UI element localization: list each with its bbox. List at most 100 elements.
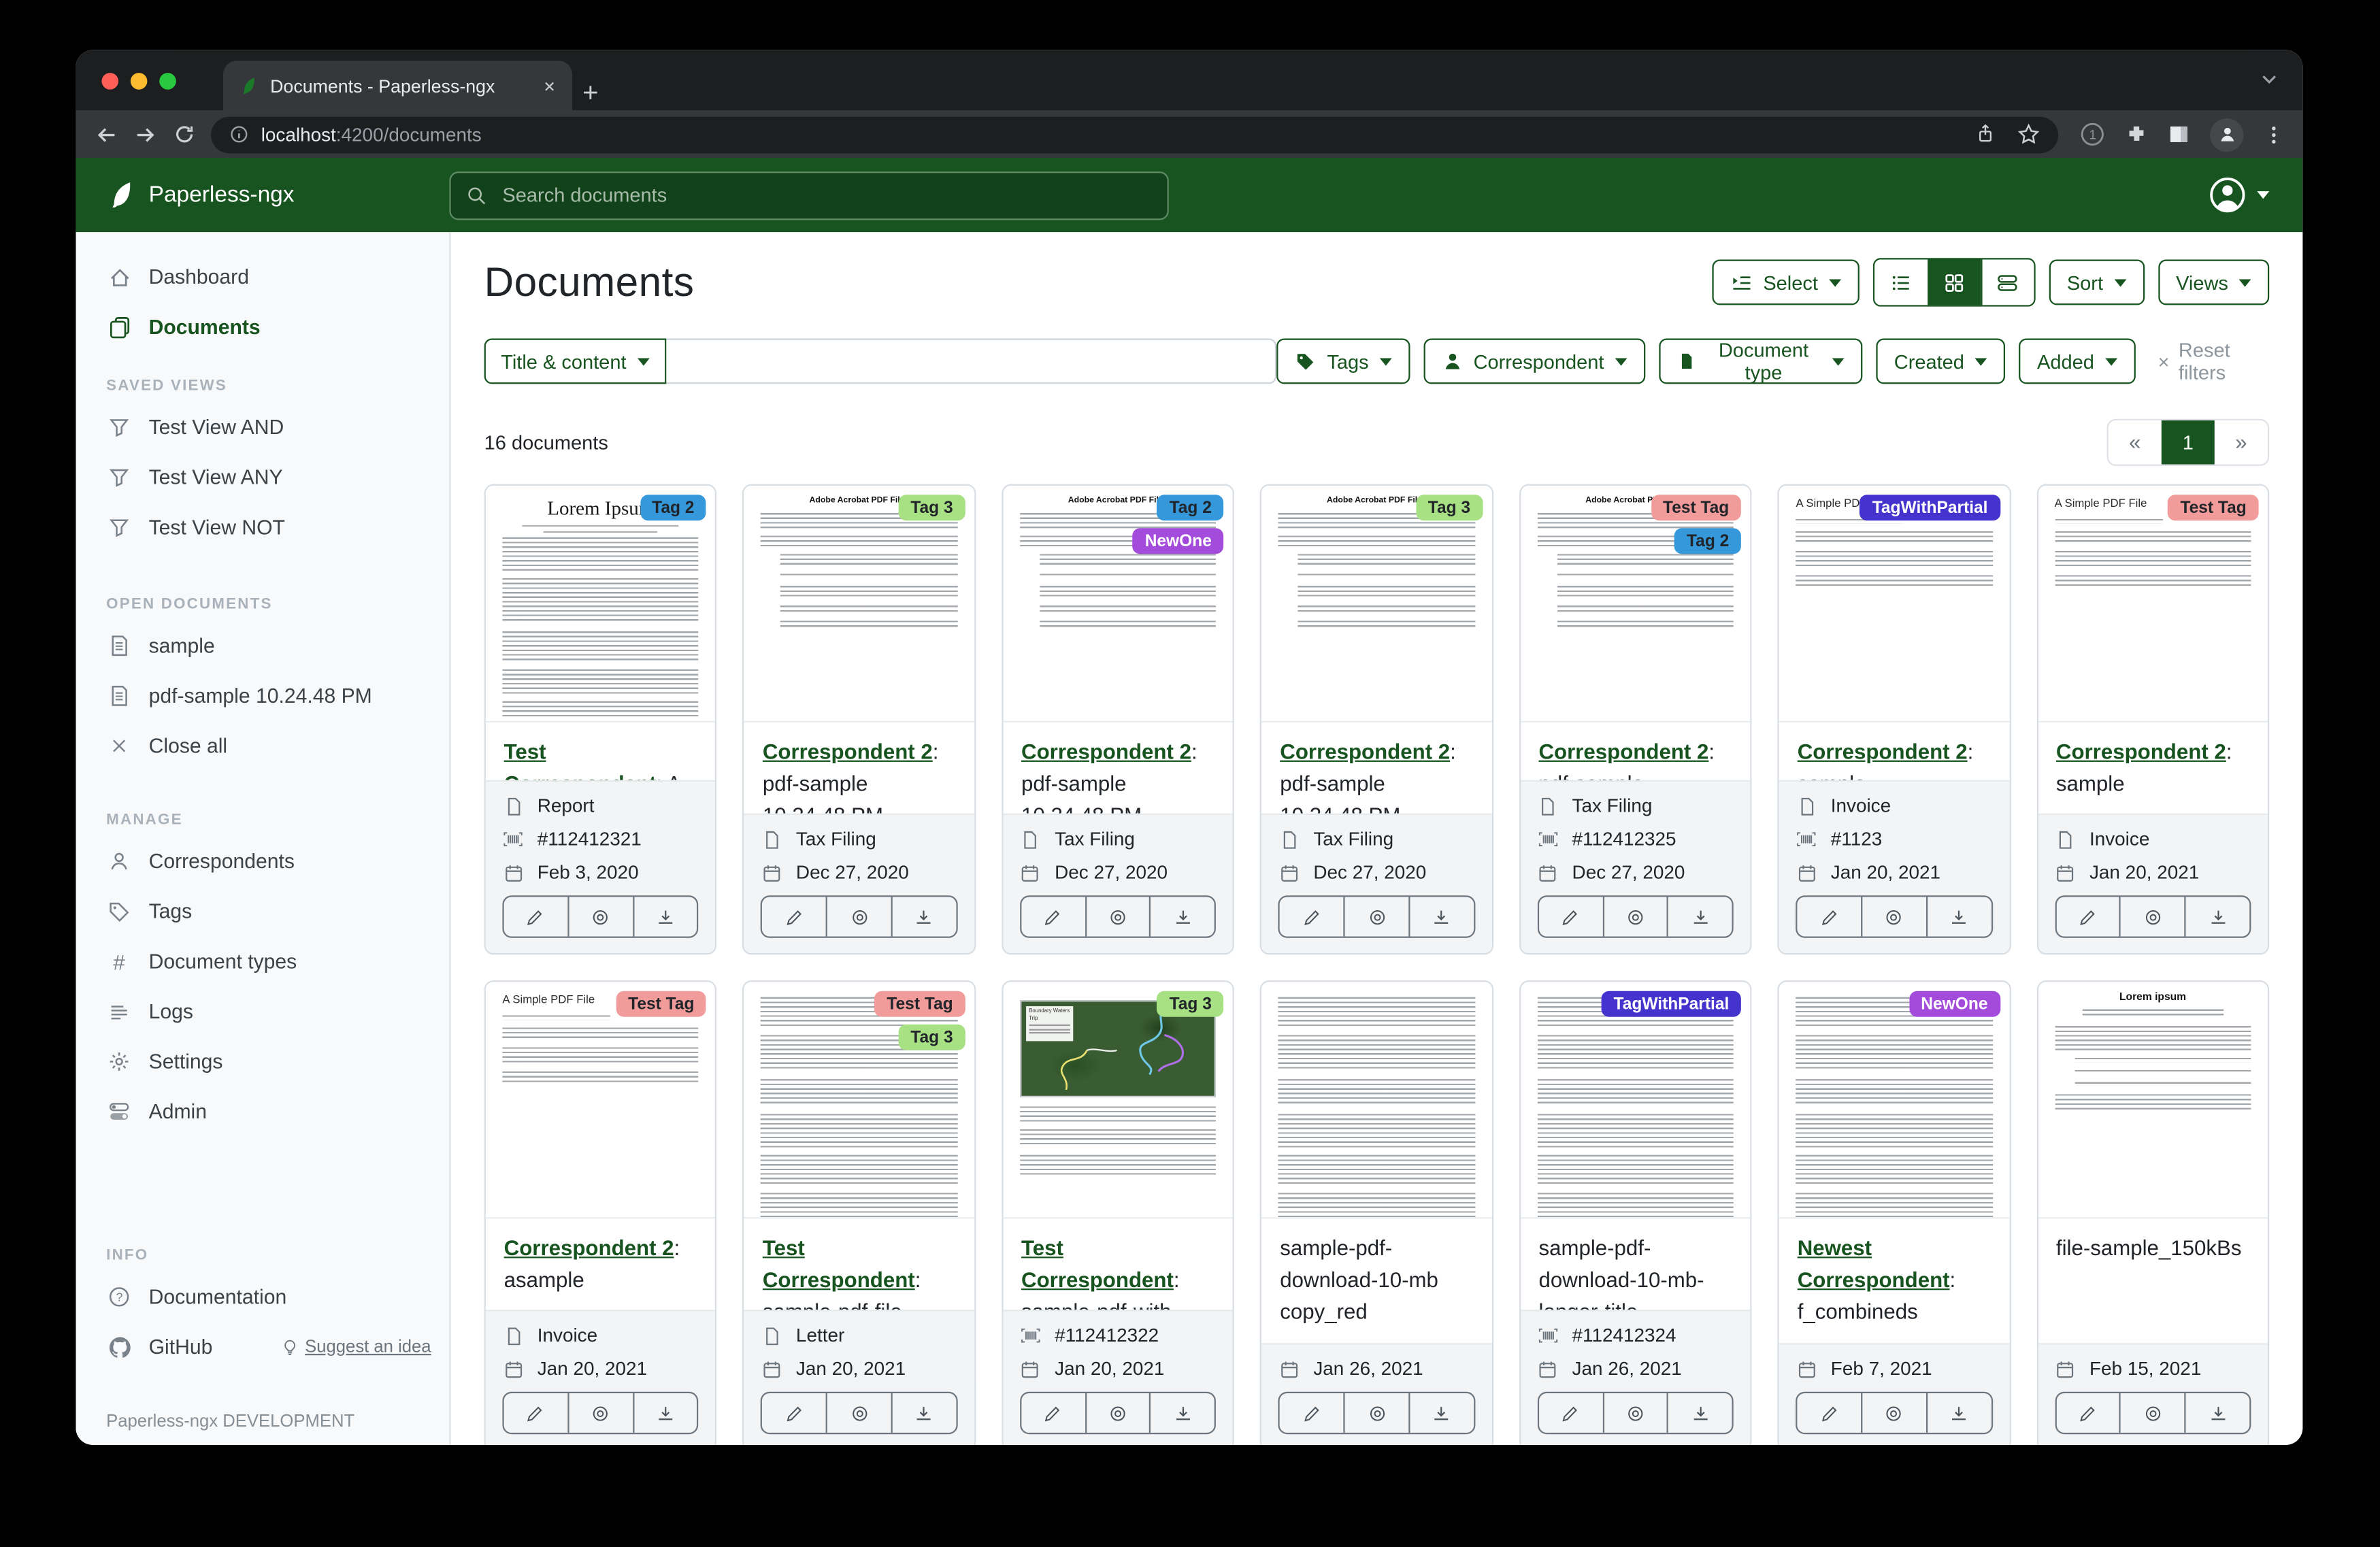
browser-menu-dots-icon[interactable] [2263, 124, 2284, 145]
filter-query-input[interactable] [666, 338, 1277, 384]
search-input[interactable] [499, 182, 1152, 208]
sidebar-panel-icon[interactable] [2168, 123, 2190, 146]
edit-button[interactable] [2056, 1393, 2119, 1433]
minimize-window-button[interactable] [131, 73, 148, 90]
grid-view-button[interactable] [1928, 259, 1981, 305]
sidebar-item-documents[interactable]: Documents [76, 302, 450, 352]
tag-badge[interactable]: Tag 3 [1416, 495, 1483, 520]
views-dropdown-button[interactable]: Views [2158, 259, 2269, 305]
select-dropdown-button[interactable]: Select [1711, 259, 1859, 305]
view-button[interactable] [2119, 897, 2185, 936]
document-thumbnail[interactable]: Tag 2 NewOne Adobe Acrobat PDF Files [1003, 486, 1233, 722]
view-button[interactable] [567, 897, 633, 936]
document-type-filter-button[interactable]: Document type [1659, 338, 1862, 384]
download-button[interactable] [632, 897, 697, 936]
view-button[interactable] [1861, 1393, 1926, 1433]
sidebar-item-test-view-and[interactable]: Test View AND [76, 402, 450, 452]
current-page-button[interactable]: 1 [2162, 420, 2215, 464]
suggest-an-idea-link[interactable]: Suggest an idea [280, 1338, 431, 1357]
sidebar-item-documentation[interactable]: ? Documentation [76, 1271, 450, 1322]
sidebar-item-github[interactable]: GitHub Suggest an idea [76, 1322, 450, 1372]
view-button[interactable] [826, 1393, 891, 1433]
document-thumbnail[interactable]: Tag 3 Adobe Acrobat PDF Files [744, 486, 974, 722]
correspondent-link[interactable]: Correspondent 2 [1280, 739, 1450, 763]
tab-search-chevron-icon[interactable] [2259, 68, 2280, 89]
correspondent-link[interactable]: Correspondent 2 [2056, 739, 2226, 763]
created-filter-button[interactable]: Created [1876, 338, 2005, 384]
correspondent-link[interactable]: Test Correspondent [763, 1235, 915, 1292]
tag-badge[interactable]: Test Tag [1651, 495, 1741, 520]
edit-button[interactable] [1798, 1393, 1861, 1433]
correspondent-link[interactable]: Newest Correspondent [1798, 1235, 1950, 1292]
download-button[interactable] [891, 1393, 957, 1433]
sidebar-item-open-doc-pdf-sample[interactable]: pdf-sample 10.24.48 PM [76, 671, 450, 721]
download-button[interactable] [1926, 897, 1991, 936]
next-page-button[interactable]: » [2215, 420, 2268, 464]
back-icon[interactable] [94, 122, 118, 147]
correspondent-link[interactable]: Correspondent 2 [1538, 739, 1708, 763]
browser-tab[interactable]: Documents - Paperless-ngx [223, 61, 572, 111]
document-thumbnail[interactable]: Test Tag Tag 2 Adobe Acrobat PDF Files [1521, 486, 1751, 722]
download-button[interactable] [1150, 897, 1215, 936]
download-button[interactable] [891, 897, 957, 936]
tag-badge[interactable]: Test Tag [875, 991, 965, 1017]
sidebar-item-document-types[interactable]: # Document types [76, 936, 450, 986]
view-button[interactable] [1602, 897, 1668, 936]
edit-button[interactable] [2056, 897, 2119, 936]
correspondent-link[interactable]: Correspondent 2 [763, 739, 933, 763]
correspondent-link[interactable]: Correspondent 2 [1798, 739, 1968, 763]
download-button[interactable] [632, 1393, 697, 1433]
edit-button[interactable] [1280, 897, 1343, 936]
extension-badge-icon[interactable]: 1 [2079, 121, 2105, 147]
download-button[interactable] [2185, 1393, 2250, 1433]
edit-button[interactable] [1021, 1393, 1085, 1433]
sidebar-item-correspondents[interactable]: Correspondents [76, 836, 450, 886]
correspondent-link[interactable]: Test Correspondent [1021, 1235, 1174, 1292]
view-button[interactable] [1085, 897, 1150, 936]
sidebar-item-test-view-not[interactable]: Test View NOT [76, 502, 450, 552]
close-window-button[interactable] [101, 73, 118, 90]
view-button[interactable] [826, 897, 891, 936]
tag-badge[interactable]: Test Tag [2168, 495, 2259, 520]
sidebar-item-open-doc-sample[interactable]: sample [76, 620, 450, 671]
download-button[interactable] [1667, 897, 1732, 936]
user-menu[interactable] [2209, 176, 2302, 214]
document-thumbnail[interactable]: Tag 3 Boundary Waters Trip [1003, 982, 1233, 1218]
view-button[interactable] [567, 1393, 633, 1433]
download-button[interactable] [1926, 1393, 1991, 1433]
document-thumbnail[interactable]: Tag 3 Adobe Acrobat PDF Files [1262, 486, 1492, 722]
document-thumbnail[interactable] [1262, 982, 1492, 1218]
tag-badge[interactable]: Tag 2 [1157, 495, 1224, 520]
previous-page-button[interactable]: « [2109, 420, 2162, 464]
detail-view-button[interactable] [1981, 259, 2034, 305]
document-thumbnail[interactable]: Lorem ipsum [2038, 982, 2268, 1218]
sidebar-item-logs[interactable]: Logs [76, 986, 450, 1037]
sidebar-item-close-all[interactable]: Close all [76, 721, 450, 771]
forward-icon[interactable] [133, 122, 158, 147]
download-button[interactable] [1408, 897, 1474, 936]
document-thumbnail[interactable]: Test Tag A Simple PDF File [2038, 486, 2268, 722]
share-icon[interactable] [1974, 123, 1996, 146]
tags-filter-button[interactable]: Tags [1277, 338, 1410, 384]
document-thumbnail[interactable]: TagWithPartial A Simple PDF File [1779, 486, 2009, 722]
edit-button[interactable] [1021, 897, 1085, 936]
document-thumbnail[interactable]: Tag 2 Lorem Ipsum [486, 486, 716, 722]
tag-badge[interactable]: TagWithPartial [1602, 991, 1741, 1017]
document-thumbnail[interactable]: Test Tag A Simple PDF File [486, 982, 716, 1218]
new-tab-button[interactable] [580, 82, 601, 103]
correspondent-link[interactable]: Correspondent 2 [1021, 739, 1191, 763]
bookmark-star-icon[interactable] [2017, 123, 2040, 146]
edit-button[interactable] [1798, 897, 1861, 936]
address-bar[interactable]: localhost:4200/documents [211, 116, 2058, 153]
tag-badge[interactable]: Tag 2 [640, 495, 706, 520]
sidebar-item-settings[interactable]: Settings [76, 1037, 450, 1087]
sidebar-item-test-view-any[interactable]: Test View ANY [76, 452, 450, 503]
edit-button[interactable] [504, 1393, 567, 1433]
reload-icon[interactable] [173, 123, 195, 146]
tag-badge[interactable]: NewOne [1908, 991, 2000, 1017]
edit-button[interactable] [1538, 1393, 1602, 1433]
view-button[interactable] [1344, 897, 1409, 936]
zoom-window-button[interactable] [159, 73, 176, 90]
correspondent-link[interactable]: Test Correspondent [504, 739, 657, 780]
download-button[interactable] [1150, 1393, 1215, 1433]
